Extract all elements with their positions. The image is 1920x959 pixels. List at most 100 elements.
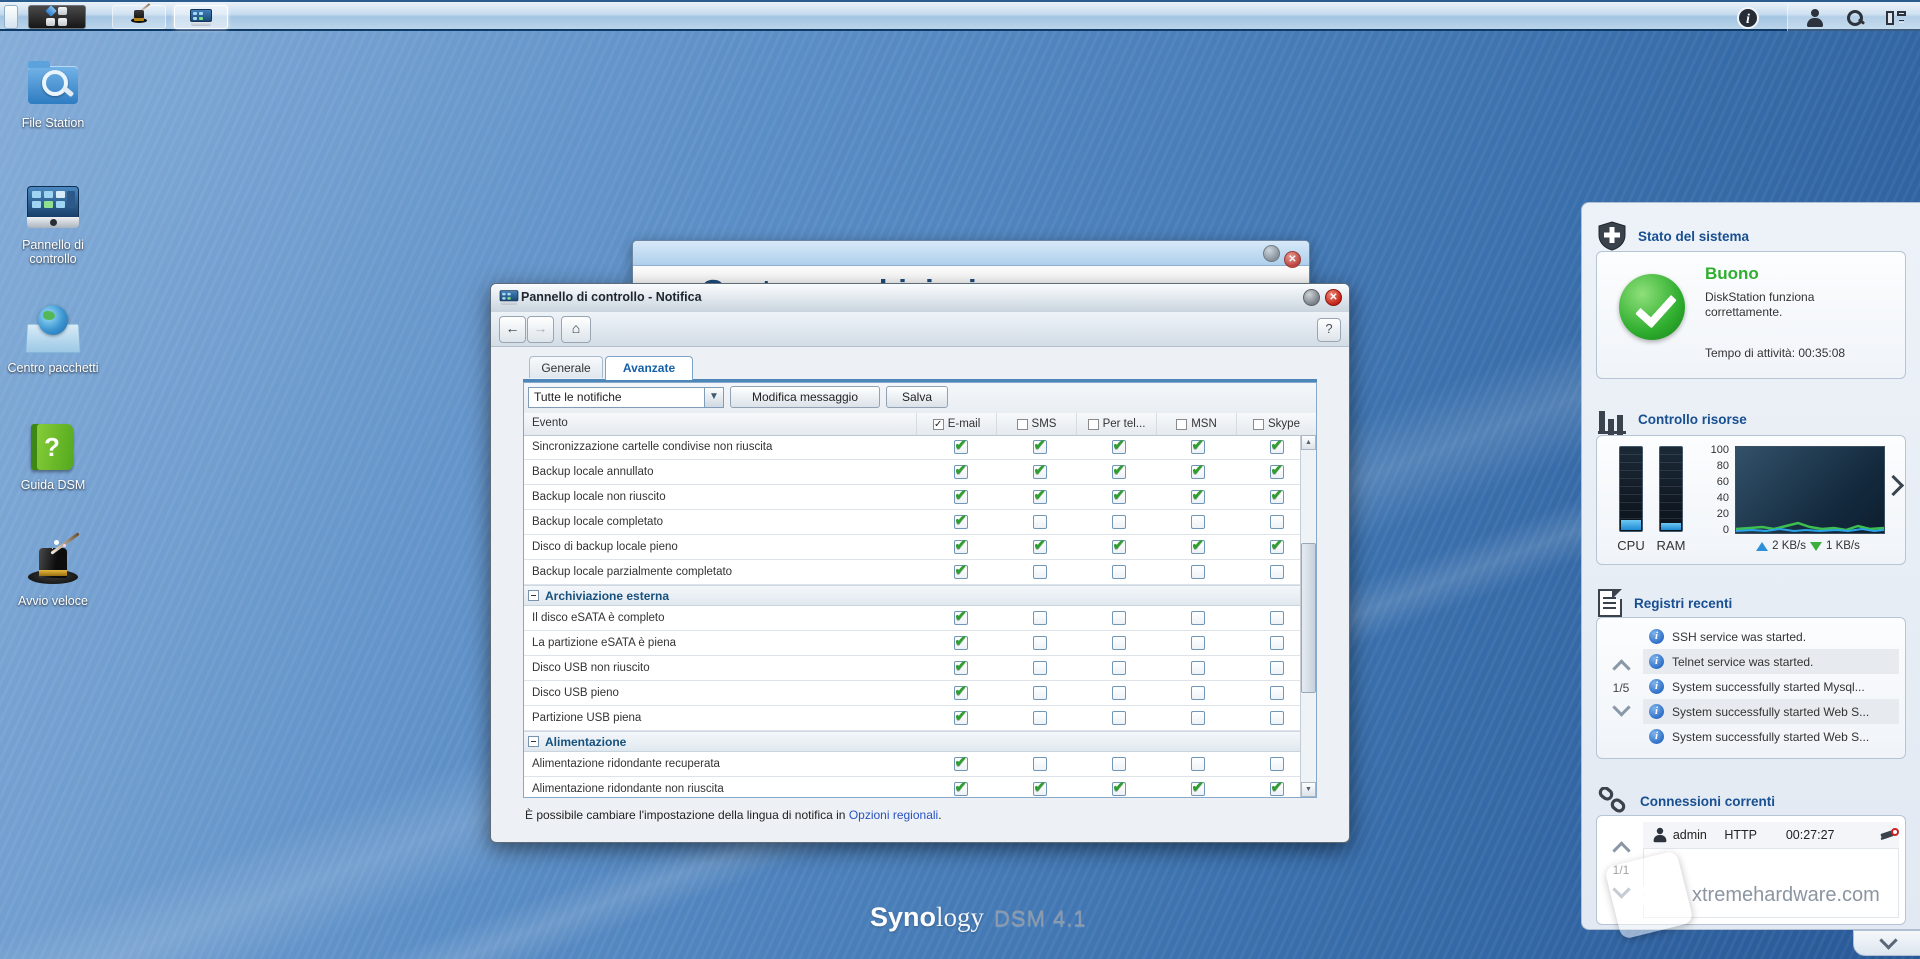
search-icon[interactable] (1846, 9, 1864, 27)
notification-checkbox[interactable] (954, 490, 968, 504)
window-titlebar[interactable]: ✕ (633, 241, 1309, 266)
notification-checkbox[interactable] (954, 711, 968, 725)
page-up-icon[interactable] (1612, 841, 1630, 859)
notification-checkbox[interactable] (1270, 440, 1284, 454)
tab-avanzate[interactable]: Avanzate (605, 356, 693, 380)
event-row[interactable]: Alimentazione ridondante non riuscita (524, 777, 1316, 797)
notification-checkbox[interactable] (954, 636, 968, 650)
notification-checkbox[interactable] (1191, 636, 1205, 650)
notification-checkbox[interactable] (954, 515, 968, 529)
notification-checkbox[interactable] (954, 757, 968, 771)
save-button[interactable]: Salva (886, 386, 948, 408)
notification-checkbox[interactable] (1112, 686, 1126, 700)
taskbar-app-avvio-veloce[interactable] (112, 5, 166, 29)
notification-checkbox[interactable] (1270, 540, 1284, 554)
notification-checkbox[interactable] (1033, 515, 1047, 529)
log-entry[interactable]: iSystem successfully started Web S... (1643, 699, 1899, 724)
notification-checkbox[interactable] (1033, 490, 1047, 504)
event-row[interactable]: Backup locale parzialmente completato (524, 560, 1316, 585)
scroll-up-arrow[interactable]: ▲ (1301, 435, 1316, 450)
event-row[interactable]: Alimentazione ridondante recuperata (524, 752, 1316, 777)
notification-checkbox[interactable] (1270, 711, 1284, 725)
header-checkbox[interactable] (1088, 419, 1099, 430)
notification-checkbox[interactable] (1270, 782, 1284, 796)
notification-checkbox[interactable] (1033, 661, 1047, 675)
header-checkbox[interactable] (1176, 419, 1187, 430)
notification-checkbox[interactable] (1112, 490, 1126, 504)
notification-checkbox[interactable] (1270, 515, 1284, 529)
back-button[interactable]: ← (499, 316, 526, 343)
collapse-icon[interactable] (528, 590, 539, 601)
notification-checkbox[interactable] (1112, 661, 1126, 675)
user-icon[interactable] (1806, 9, 1824, 27)
home-button[interactable]: ⌂ (561, 316, 591, 343)
notification-checkbox[interactable] (1270, 686, 1284, 700)
vertical-scrollbar[interactable]: ▲ ▼ (1300, 435, 1316, 797)
desktop-icon-file-station[interactable]: File Station (0, 58, 106, 130)
event-row[interactable]: Partizione USB piena (524, 706, 1316, 731)
notification-checkbox[interactable] (1270, 565, 1284, 579)
log-entry[interactable]: iSSH service was started. (1643, 624, 1899, 649)
notification-checkbox[interactable] (1270, 636, 1284, 650)
event-row[interactable]: Backup locale non riuscito (524, 485, 1316, 510)
notification-checkbox[interactable] (1191, 757, 1205, 771)
notification-checkbox[interactable] (1033, 711, 1047, 725)
desktop-icon-guida-dsm[interactable]: ? Guida DSM (0, 420, 106, 492)
notification-checkbox[interactable] (1191, 490, 1205, 504)
notification-checkbox[interactable] (1033, 465, 1047, 479)
scroll-down-arrow[interactable]: ▼ (1301, 782, 1316, 797)
column-header-sms[interactable]: SMS (996, 413, 1076, 435)
help-button[interactable]: ? (1317, 318, 1341, 342)
notification-checkbox[interactable] (954, 661, 968, 675)
desktop-icon-avvio-veloce[interactable]: Avvio veloce (0, 536, 106, 608)
log-entry[interactable]: iSystem successfully started Web S... (1643, 724, 1899, 749)
notification-checkbox[interactable] (1270, 757, 1284, 771)
notification-checkbox[interactable] (1033, 440, 1047, 454)
close-button[interactable]: ✕ (1325, 289, 1342, 306)
header-checkbox[interactable] (1253, 419, 1264, 430)
page-down-icon[interactable] (1612, 698, 1630, 716)
notification-checkbox[interactable] (1270, 661, 1284, 675)
event-row[interactable]: Backup locale completato (524, 510, 1316, 535)
notification-checkbox[interactable] (1033, 611, 1047, 625)
event-row[interactable]: Disco di backup locale pieno (524, 535, 1316, 560)
notification-checkbox[interactable] (954, 465, 968, 479)
notification-checkbox[interactable] (1191, 711, 1205, 725)
notification-checkbox[interactable] (1191, 782, 1205, 796)
pilot-view-icon[interactable] (1886, 10, 1906, 26)
taskbar-app-pannello-di-controllo[interactable] (174, 5, 228, 29)
notification-checkbox[interactable] (1033, 565, 1047, 579)
notification-checkbox[interactable] (1270, 611, 1284, 625)
notification-checkbox[interactable] (1191, 440, 1205, 454)
desktop-icon-pannello-di-controllo[interactable]: Pannello di controllo (0, 180, 106, 266)
panel-collapse-tab[interactable] (1853, 930, 1920, 956)
notification-checkbox[interactable] (1033, 686, 1047, 700)
header-checkbox[interactable] (1017, 419, 1028, 430)
notification-checkbox[interactable] (1112, 782, 1126, 796)
notification-checkbox[interactable] (954, 440, 968, 454)
notification-checkbox[interactable] (1270, 490, 1284, 504)
filter-select[interactable]: Tutte le notifiche ▼ (528, 387, 724, 408)
connection-row[interactable]: admin HTTP 00:27:27 (1643, 822, 1899, 849)
group-header-row[interactable]: Archiviazione esterna (524, 585, 1316, 606)
expand-chevron-icon[interactable] (1883, 475, 1904, 496)
event-row[interactable]: Sincronizzazione cartelle condivise non … (524, 435, 1316, 460)
notification-checkbox[interactable] (954, 782, 968, 796)
group-header-row[interactable]: Alimentazione (524, 731, 1316, 752)
minimize-button[interactable] (1303, 289, 1320, 306)
collapse-icon[interactable] (528, 736, 539, 747)
event-row[interactable]: Disco USB non riuscito (524, 656, 1316, 681)
tab-generale[interactable]: Generale (529, 356, 603, 378)
column-header-msn[interactable]: MSN (1156, 413, 1236, 435)
notification-checkbox[interactable] (1112, 636, 1126, 650)
event-row[interactable]: Backup locale annullato (524, 460, 1316, 485)
notification-checkbox[interactable] (1112, 465, 1126, 479)
column-header-skype[interactable]: Skype (1236, 413, 1316, 435)
log-entry[interactable]: iSystem successfully started Mysql... (1643, 674, 1899, 699)
notification-checkbox[interactable] (1191, 686, 1205, 700)
header-checkbox[interactable]: ✓ (933, 419, 944, 430)
notification-checkbox[interactable] (1033, 757, 1047, 771)
notification-checkbox[interactable] (1112, 515, 1126, 529)
notification-checkbox[interactable] (1033, 636, 1047, 650)
event-row[interactable]: La partizione eSATA è piena (524, 631, 1316, 656)
